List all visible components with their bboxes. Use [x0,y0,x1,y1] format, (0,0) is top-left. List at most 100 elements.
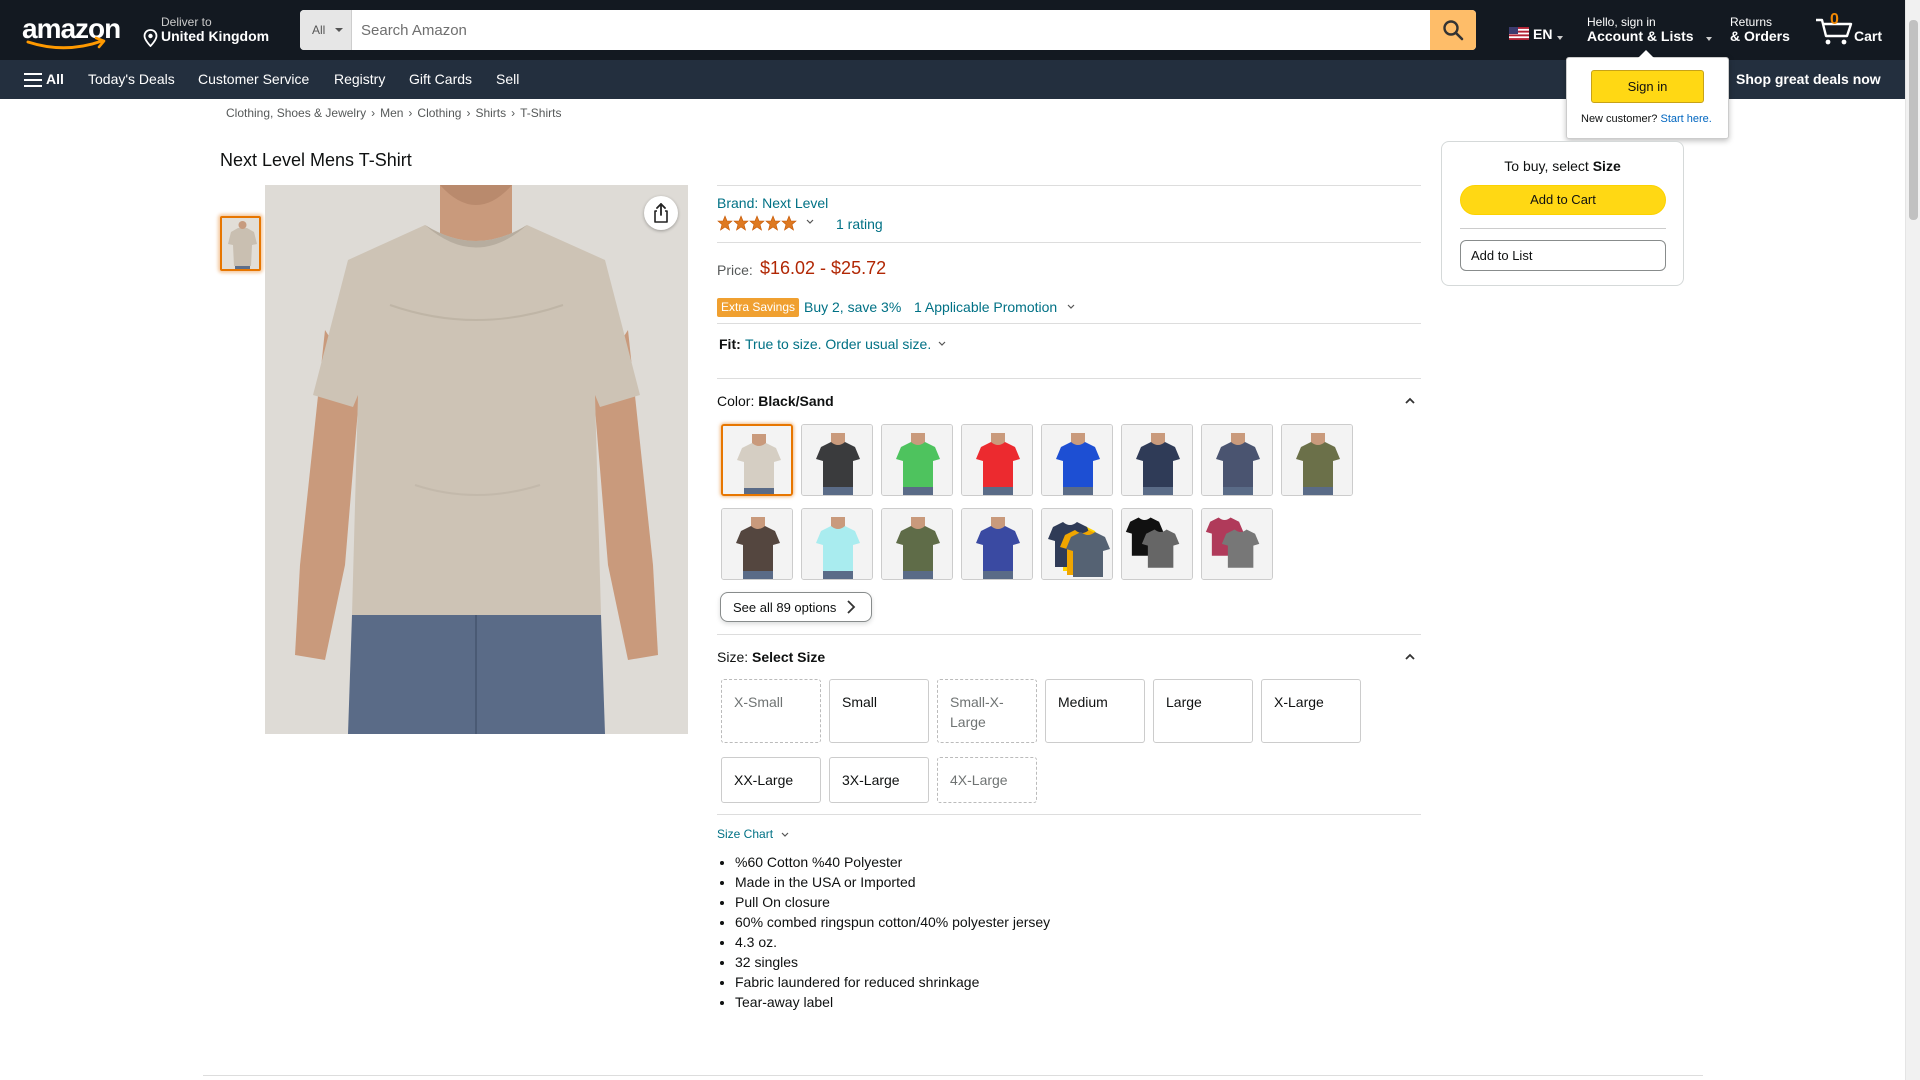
fit-recommendation-link[interactable]: True to size. Order usual size. [745,336,931,352]
chevron-down-icon[interactable] [938,340,946,348]
account-and-lists[interactable]: Hello, sign in Account & Lists [1585,14,1715,48]
flyout-sign-in-button[interactable]: Sign in [1591,70,1704,103]
color-swatch[interactable] [1201,508,1273,580]
breadcrumb-separator: › [511,106,516,120]
language-selector[interactable]: EN [1505,22,1565,46]
nav-gift-cards[interactable]: Gift Cards [409,71,472,87]
size-option-button[interactable]: X-Large [1261,679,1361,743]
selected-color: Black/Sand [758,393,834,409]
see-all-options-label: See all 89 options [733,600,837,615]
image-thumbnail[interactable] [220,216,261,271]
scrollbar-thumb[interactable] [1909,20,1918,220]
applicable-promotion-link[interactable]: 1 Applicable Promotion [914,299,1057,315]
nav-sell[interactable]: Sell [496,71,519,87]
deliver-to-location[interactable]: Deliver to United Kingdom [140,14,280,48]
size-option-button[interactable]: Small-X-Large [937,679,1037,743]
chevron-down-icon[interactable] [1067,303,1075,311]
nav-shop-great-deals[interactable]: Shop great deals now [1736,71,1881,87]
returns-label: Returns [1730,15,1773,29]
cart-button[interactable]: 0 Cart [1812,10,1902,50]
chevron-up-icon[interactable] [1404,653,1416,661]
color-swatch[interactable] [1041,508,1113,580]
divider [717,323,1421,324]
size-option-button[interactable]: XX-Large [721,757,821,803]
divider [203,1075,1703,1076]
star-rating[interactable] [717,215,797,231]
size-option-button[interactable]: X-Small [721,679,821,743]
color-swatch[interactable] [881,424,953,496]
breadcrumb-item[interactable]: T-Shirts [520,106,561,120]
breadcrumb-item[interactable]: Shirts [475,106,506,120]
swatch-image [1122,509,1192,579]
amazon-logo[interactable]: amazon [20,13,122,50]
size-selector-label: Size: Select Size [717,649,825,665]
breadcrumb-item[interactable]: Clothing [417,106,461,120]
feature-bullet: 60% combed ringspun cotton/40% polyester… [735,912,1050,932]
color-swatch[interactable] [801,508,873,580]
search-bar: All [300,10,1476,50]
search-input[interactable] [353,10,1429,50]
hamburger-menu-icon[interactable] [24,73,42,87]
main-product-image[interactable] [265,185,688,734]
size-option-button[interactable]: Small [829,679,929,743]
swatch-image [962,425,1032,495]
size-chart-link[interactable]: Size Chart [717,827,773,841]
size-option-button[interactable]: 3X-Large [829,757,929,803]
feature-bullet: %60 Cotton %40 Polyester [735,852,1050,872]
brand-link[interactable]: Brand: Next Level [717,195,828,211]
search-button[interactable] [1430,10,1476,50]
extra-savings-badge: Extra Savings [717,298,800,317]
swatch-image [1202,509,1272,579]
color-swatch[interactable] [721,508,793,580]
size-option-button[interactable]: 4X-Large [937,757,1037,803]
swatch-image [802,425,872,495]
all-menu-button[interactable]: All [46,71,64,87]
see-all-options-button[interactable]: See all 89 options [720,592,872,622]
color-swatch[interactable] [1281,424,1353,496]
swatch-image [1282,425,1352,495]
breadcrumb-item[interactable]: Men [380,106,403,120]
new-customer-text: New customer? Start here. [1581,113,1712,125]
page-scrollbar[interactable] [1905,0,1920,1080]
breadcrumb-separator: › [466,106,471,120]
color-swatch[interactable] [1121,424,1193,496]
size-option-button[interactable]: Medium [1045,679,1145,743]
size-label: Size: [717,649,749,665]
color-swatch[interactable] [961,424,1033,496]
size-option-button[interactable]: Large [1153,679,1253,743]
color-swatch[interactable] [721,424,793,496]
start-here-link[interactable]: Start here. [1660,113,1711,125]
returns-and-orders[interactable]: Returns & Orders [1728,14,1798,48]
add-to-list-button[interactable]: Add to List [1460,240,1666,271]
feature-bullet-list: %60 Cotton %40 Polyester Made in the USA… [735,852,1050,1012]
extra-savings-text[interactable]: Buy 2, save 3% [804,299,901,315]
color-swatch[interactable] [1121,508,1193,580]
color-swatch[interactable] [1201,424,1273,496]
buy-box-required-option: Size [1592,158,1621,174]
chevron-up-icon[interactable] [1404,397,1416,405]
color-swatch[interactable] [801,424,873,496]
nav-registry[interactable]: Registry [334,71,385,87]
color-swatch[interactable] [1041,424,1113,496]
search-department-select[interactable]: All [300,10,352,50]
breadcrumb-item[interactable]: Clothing, Shoes & Jewelry [226,106,366,120]
add-to-cart-button[interactable]: Add to Cart [1460,185,1666,215]
color-swatch[interactable] [961,508,1033,580]
buy-box-instruction: To buy, select Size [1442,158,1683,174]
nav-todays-deals[interactable]: Today's Deals [88,71,175,87]
chevron-down-icon[interactable] [781,831,789,839]
chevron-down-icon[interactable] [806,218,814,226]
divider [717,634,1421,635]
divider [717,378,1421,379]
divider [717,242,1421,243]
location-pin-icon [143,29,158,47]
flyout-arrow [1638,50,1654,58]
share-button[interactable] [644,196,678,230]
color-swatch[interactable] [881,508,953,580]
buy-box: To buy, select Size Add to Cart Add to L… [1441,141,1684,286]
ratings-count-link[interactable]: 1 rating [836,216,883,232]
swatch-image [722,509,792,579]
nav-customer-service[interactable]: Customer Service [198,71,309,87]
swatch-image [802,509,872,579]
swatch-image [1042,509,1112,579]
